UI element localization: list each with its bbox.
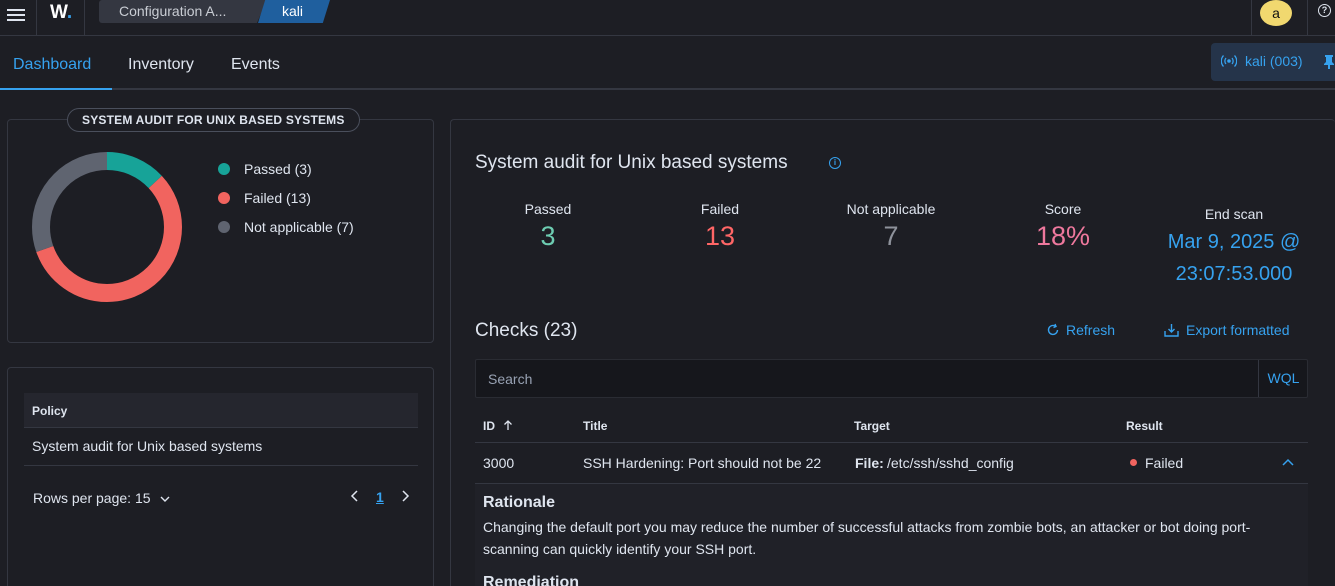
menu-icon[interactable] xyxy=(6,6,26,26)
rationale-heading: Rationale xyxy=(483,494,556,511)
tab-inventory[interactable]: Inventory xyxy=(128,56,194,74)
agent-selector-button[interactable]: kali (003) xyxy=(1211,43,1335,81)
status-badge: Failed xyxy=(1145,455,1184,471)
column-header-result[interactable]: Result xyxy=(1126,419,1163,433)
stat-failed: Failed 13 xyxy=(670,201,770,252)
breadcrumb-configuration[interactable]: Configuration A... xyxy=(99,0,267,23)
stat-value: 13 xyxy=(704,221,736,251)
table-header: ID Title Target Result xyxy=(475,408,1308,443)
legend-dot xyxy=(218,221,230,233)
refresh-label: Refresh xyxy=(1066,322,1116,338)
rows-per-page-label: Rows per page: 15 xyxy=(33,490,151,506)
stat-value: 7 xyxy=(883,221,899,251)
check-title: SSH Hardening: Port should not be 22 xyxy=(583,455,822,471)
export-label: Export formatted xyxy=(1186,322,1290,338)
stat-label: Score xyxy=(1044,201,1082,217)
app-logo[interactable]: W. xyxy=(50,2,72,24)
page-1-button[interactable]: 1 xyxy=(376,489,384,505)
divider xyxy=(36,0,37,36)
avatar[interactable]: a xyxy=(1260,0,1292,26)
wql-toggle-button[interactable]: WQL xyxy=(1258,360,1308,397)
result-donut-chart xyxy=(32,152,182,302)
pin-icon[interactable] xyxy=(1323,54,1335,70)
column-header-title[interactable]: Title xyxy=(583,419,607,433)
checks-title: Checks (23) xyxy=(475,320,578,341)
status-dot xyxy=(1130,459,1137,466)
remediation-heading: Remediation xyxy=(483,574,580,586)
active-tab-indicator xyxy=(0,88,112,90)
legend-item-passed[interactable]: Passed (3) xyxy=(218,161,312,177)
target-key: File: xyxy=(855,455,884,471)
legend-dot xyxy=(218,192,230,204)
policy-column-header[interactable]: Policy xyxy=(24,393,418,428)
next-page-button[interactable] xyxy=(400,489,410,506)
stat-passed: Passed 3 xyxy=(498,201,598,252)
legend-item-not-applicable[interactable]: Not applicable (7) xyxy=(218,219,354,235)
table-row[interactable]: 3000 SSH Hardening: Port should not be 2… xyxy=(475,443,1308,484)
search-input[interactable] xyxy=(488,360,1248,397)
end-scan-date: Mar 9, 2025 @23:07:53.000 xyxy=(1167,231,1301,285)
target-value: /etc/ssh/sshd_config xyxy=(887,455,1014,471)
tab-bar: Dashboard Inventory Events kali (003) xyxy=(0,37,1335,90)
chevron-right-icon xyxy=(402,490,410,502)
legend-label: Passed (3) xyxy=(244,161,312,177)
check-details: Rationale Changing the default port you … xyxy=(475,484,1308,586)
chevron-up-icon[interactable] xyxy=(1281,457,1295,467)
export-formatted-button[interactable]: Export formatted xyxy=(1164,322,1290,338)
divider xyxy=(84,0,85,36)
stat-label: End scan xyxy=(1204,206,1264,222)
chevron-left-icon xyxy=(350,490,358,502)
refresh-button[interactable]: Refresh xyxy=(1046,322,1115,338)
column-header-id[interactable]: ID xyxy=(483,419,513,433)
divider xyxy=(1251,0,1252,36)
breadcrumb-agent[interactable]: kali xyxy=(258,0,330,23)
info-icon[interactable]: i xyxy=(829,157,841,169)
stat-label: Not applicable xyxy=(846,201,936,217)
refresh-icon xyxy=(1047,323,1059,336)
top-bar: W. Configuration A... kali a ? xyxy=(0,0,1335,36)
table-row[interactable]: System audit for Unix based systems xyxy=(24,428,418,466)
stat-end-scan: End scan Mar 9, 2025 @23:07:53.000 xyxy=(1160,206,1308,290)
chevron-down-icon xyxy=(160,496,170,502)
sort-ascending-icon xyxy=(504,420,513,430)
export-icon xyxy=(1164,324,1179,337)
tab-dashboard[interactable]: Dashboard xyxy=(13,56,91,74)
check-id: 3000 xyxy=(483,455,515,471)
legend-label: Not applicable (7) xyxy=(244,219,354,235)
stat-label: Passed xyxy=(524,201,572,217)
legend-item-failed[interactable]: Failed (13) xyxy=(218,190,311,206)
donut-panel-title: SYSTEM AUDIT FOR UNIX BASED SYSTEMS xyxy=(67,108,360,132)
stat-value: 18% xyxy=(1035,221,1091,251)
help-icon[interactable]: ? xyxy=(1318,4,1331,17)
rationale-text: Changing the default port you may reduce… xyxy=(483,519,1251,557)
previous-page-button[interactable] xyxy=(350,489,360,506)
antenna-icon xyxy=(1221,55,1237,67)
column-header-target[interactable]: Target xyxy=(854,419,890,433)
stat-not-applicable: Not applicable 7 xyxy=(831,201,951,252)
stat-value: 3 xyxy=(540,221,556,251)
search-bar: WQL xyxy=(475,359,1308,398)
stat-label: Failed xyxy=(700,201,740,217)
tab-events[interactable]: Events xyxy=(231,56,280,74)
stat-score: Score 18% xyxy=(1013,201,1113,252)
legend-label: Failed (13) xyxy=(244,190,311,206)
divider xyxy=(1307,0,1308,36)
policy-title: System audit for Unix based systems xyxy=(475,152,788,173)
rows-per-page-button[interactable]: Rows per page: 15 xyxy=(33,490,170,506)
legend-dot xyxy=(218,163,230,175)
agent-label: kali (003) xyxy=(1245,53,1303,69)
